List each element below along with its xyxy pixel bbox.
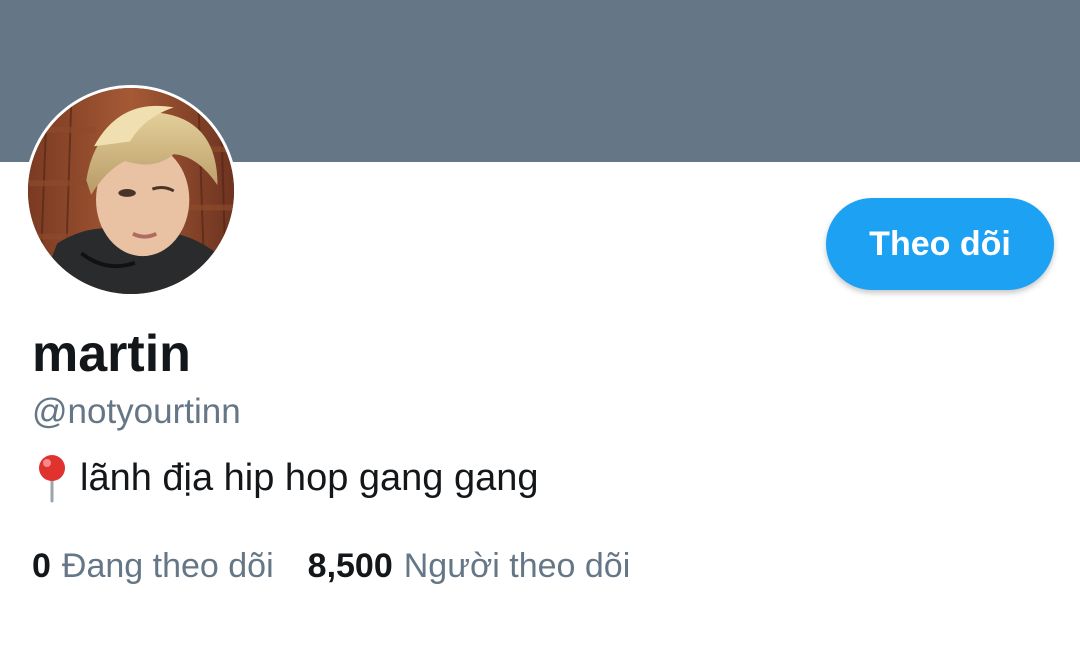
following-label: Đang theo dõi [61, 547, 274, 585]
user-handle: @notyourtinn [32, 392, 241, 431]
avatar-photo [28, 88, 234, 294]
profile-page: Theo dõi martin @notyourtinn lãnh địa hi… [0, 0, 1080, 653]
followers-stat[interactable]: 8,500 Người theo dõi [308, 543, 631, 589]
avatar[interactable] [25, 85, 237, 297]
following-count: 0 [32, 547, 51, 585]
follow-button[interactable]: Theo dõi [826, 198, 1054, 290]
following-stat[interactable]: 0 Đang theo dõi [32, 543, 274, 589]
bio-text: lãnh địa hip hop gang gang [80, 457, 539, 499]
display-name: martin [32, 325, 191, 383]
followers-label: Người theo dõi [403, 547, 631, 585]
profile-bio: lãnh địa hip hop gang gang [32, 453, 539, 503]
profile-stats: 0 Đang theo dõi 8,500 Người theo dõi [32, 543, 630, 589]
follow-button-label: Theo dõi [869, 224, 1011, 263]
followers-count: 8,500 [307, 547, 393, 585]
round-pushpin-icon [32, 453, 76, 503]
